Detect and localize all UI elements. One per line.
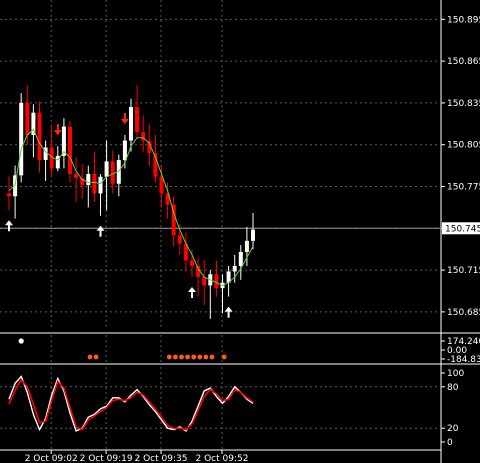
candle-body[interactable] (202, 277, 207, 286)
candle-body[interactable] (25, 102, 30, 135)
candle-body[interactable] (238, 251, 243, 266)
time-tick-label: 2 Oct 09:52 (196, 454, 249, 463)
candle-body[interactable] (19, 102, 24, 176)
signal-dot-orange (166, 354, 172, 360)
time-tick-label: 2 Oct 09:02 (25, 454, 78, 463)
stoch-tick-label: 20 (447, 424, 459, 434)
time-tick-label: 2 Oct 09:19 (80, 454, 133, 463)
stoch-tick-label: 80 (447, 383, 459, 393)
signal-dot-orange (221, 354, 227, 360)
candle-body[interactable] (232, 265, 237, 272)
candle-body[interactable] (74, 173, 79, 179)
candle-body[interactable] (110, 161, 115, 184)
candle-body[interactable] (251, 229, 255, 241)
signal-dot-orange (93, 354, 99, 360)
signal-dot-orange (197, 354, 203, 360)
candle-body[interactable] (68, 126, 72, 174)
signal-dot-orange (209, 354, 215, 360)
signal-dot-orange (179, 354, 184, 360)
current-price-label: 150.745 (445, 224, 480, 234)
candle-body[interactable] (37, 112, 42, 161)
stoch-tick-label: 0 (447, 438, 453, 448)
candle-body[interactable] (92, 173, 97, 194)
signal-dot-orange (203, 354, 209, 360)
price-tick-label: 150.715 (447, 266, 480, 276)
stoch-tick-label: 100 (447, 369, 464, 379)
signal-dot-orange (191, 354, 197, 360)
trading-chart[interactable]: 150.895 150.865 150.835 150.805 150.775 150.7… (0, 0, 480, 463)
candle-body[interactable] (135, 107, 140, 133)
price-tick-label: 150.685 (447, 308, 480, 318)
candle-body[interactable] (129, 107, 133, 141)
candle-body[interactable] (122, 140, 127, 161)
price-tick-label: 150.835 (447, 99, 480, 109)
price-tick-label: 150.775 (447, 183, 480, 193)
signal-dot-orange (173, 354, 178, 360)
candle-body[interactable] (214, 274, 219, 289)
time-tick-label: 2 Oct 09:35 (135, 454, 188, 463)
signal-dot-orange (185, 354, 191, 360)
candle-body[interactable] (86, 173, 91, 186)
candle-body[interactable] (7, 193, 11, 197)
price-tick-label: 150.865 (447, 57, 480, 67)
candle-body[interactable] (190, 260, 194, 266)
candle-body[interactable] (104, 161, 109, 177)
price-tick-label: 150.895 (447, 15, 480, 25)
candle-body[interactable] (244, 240, 249, 252)
signal-dot-white (18, 338, 24, 344)
chart-background (0, 0, 480, 463)
signal-tick-label: -184.8346 (447, 355, 480, 365)
candle-body[interactable] (177, 235, 182, 244)
candle-body[interactable] (98, 176, 103, 194)
price-tick-label: 150.805 (447, 141, 480, 151)
signal-dot-orange (87, 354, 93, 360)
